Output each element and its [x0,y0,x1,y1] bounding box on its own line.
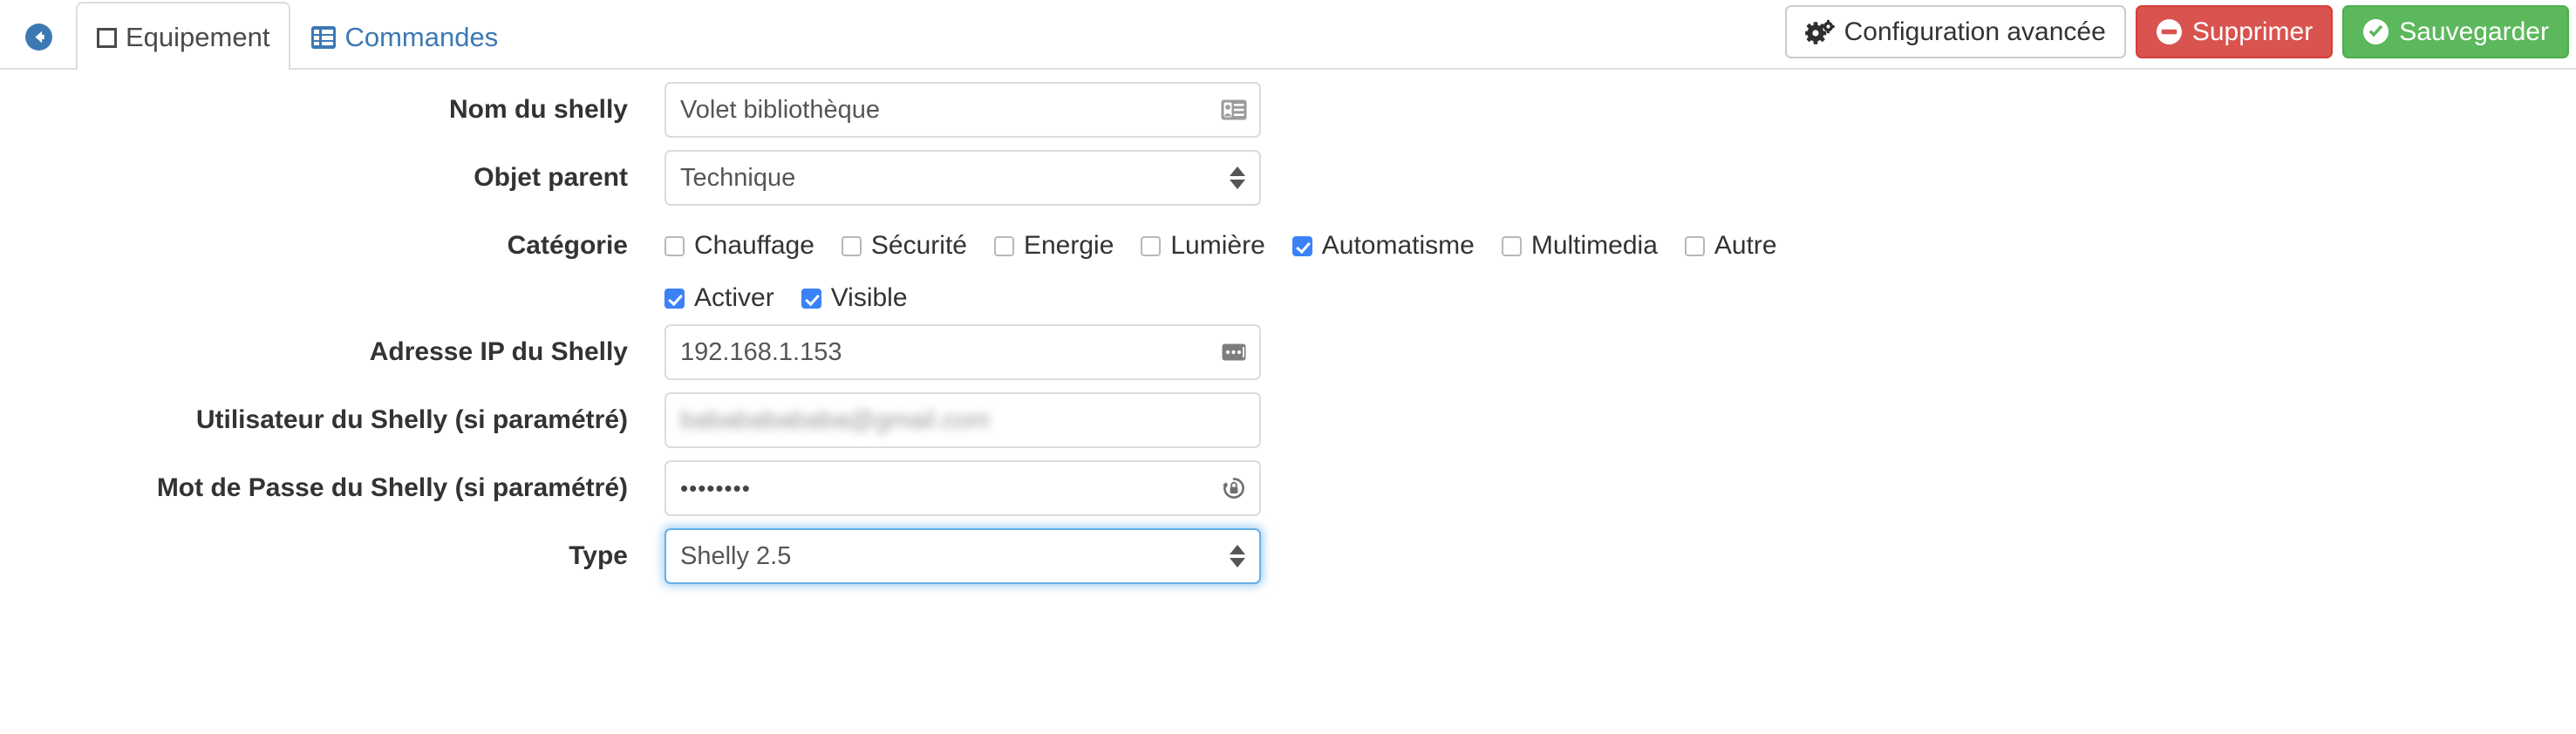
check-circle-icon [2362,18,2389,45]
field-nom-du-shelly: Volet bibliothèque [664,82,1261,138]
header-actions: Configuration avancée Supprimer Sauvegar… [1784,5,2569,58]
category-label: Energie [1023,231,1114,260]
mot-de-passe-input[interactable]: •••••••• [664,460,1261,516]
mot-de-passe-value: •••••••• [680,474,751,501]
category-checkbox-securite[interactable]: Sécurité [841,231,967,261]
form-row-user: Utilisateur du Shelly (si paramétré) bab… [0,392,2576,448]
type-value: Shelly 2.5 [680,541,792,570]
configuration-avancee-label: Configuration avancée [1843,17,2106,46]
form-row-name: Nom du shelly Volet bibliothèque [0,82,2576,138]
flags-checkbox-group: Activer Visible [664,281,935,316]
flag-label: Visible [830,283,908,312]
objet-parent-select[interactable]: Technique [664,150,1261,206]
flag-checkbox-visible[interactable]: Visible [801,283,908,313]
chevron-updown-icon [1230,541,1245,571]
type-select[interactable]: Shelly 2.5 [664,528,1261,584]
category-label: Autre [1714,231,1777,260]
form-row-type: Type Shelly 2.5 [0,528,2576,584]
back-button[interactable] [0,2,76,70]
minus-circle-icon [2156,18,2183,45]
checkbox-box[interactable] [1684,235,1705,256]
checkbox-box[interactable] [1291,235,1312,256]
category-checkbox-multimedia[interactable]: Multimedia [1501,231,1658,261]
category-label: Lumière [1170,231,1265,260]
category-checkbox-autre[interactable]: Autre [1684,231,1777,261]
lock-reset-icon[interactable] [1219,475,1249,501]
square-icon [97,27,117,48]
supprimer-button[interactable]: Supprimer [2135,5,2334,58]
checkbox-box[interactable] [1141,235,1162,256]
label-utilisateur: Utilisateur du Shelly (si paramétré) [195,405,628,434]
supprimer-label: Supprimer [2191,17,2314,46]
field-objet-parent: Technique [664,150,1261,206]
checkbox-box[interactable] [1501,235,1522,256]
checkbox-box[interactable] [801,288,821,309]
arrow-circle-left-icon [24,23,53,51]
label-objet-parent: Objet parent [474,163,628,192]
id-card-icon[interactable] [1219,97,1249,123]
form-row-ip: Adresse IP du Shelly 192.168.1.153 [0,324,2576,380]
tab-commandes-label: Commandes [344,21,499,52]
nom-du-shelly-input[interactable]: Volet bibliothèque [664,82,1261,138]
label-nom-du-shelly: Nom du shelly [448,95,628,124]
field-mot-de-passe: •••••••• [664,460,1261,516]
label-adresse-ip: Adresse IP du Shelly [369,337,628,366]
form-row-parent: Objet parent Technique [0,150,2576,206]
field-flags: Activer Visible [664,281,935,316]
chevron-updown-icon [1230,163,1245,193]
tab-equipement-label: Equipement [126,21,270,52]
objet-parent-value: Technique [680,163,796,192]
sauvegarder-label: Sauvegarder [2399,17,2549,46]
label-categorie: Catégorie [507,231,628,260]
nom-du-shelly-value: Volet bibliothèque [680,95,880,124]
field-utilisateur: babababababa@gmail.com [664,392,1261,448]
category-checkbox-chauffage[interactable]: Chauffage [664,231,814,261]
label-mot-de-passe: Mot de Passe du Shelly (si paramétré) [156,473,628,502]
sauvegarder-button[interactable]: Sauvegarder [2342,5,2569,58]
list-icon [311,25,337,50]
category-checkbox-group: Chauffage Sécurité Energie Lumière Autom [664,218,1804,274]
utilisateur-input[interactable]: babababababa@gmail.com [664,392,1261,448]
tab-list: Equipement Commandes [0,0,519,70]
checkbox-box[interactable] [841,235,862,256]
configuration-avancee-button[interactable]: Configuration avancée [1784,5,2126,58]
tab-bar: Equipement Commandes Configuration avanc… [0,0,2576,70]
category-checkbox-automatisme[interactable]: Automatisme [1291,231,1475,261]
category-label: Sécurité [870,231,967,260]
tab-equipement[interactable]: Equipement [76,2,291,70]
ellipsis-box-icon[interactable] [1219,339,1249,365]
field-adresse-ip: 192.168.1.153 [664,324,1261,380]
tab-commandes[interactable]: Commandes [290,2,519,70]
category-label: Multimedia [1530,231,1658,260]
field-categorie: Chauffage Sécurité Energie Lumière Autom [664,218,1804,274]
form-row-password: Mot de Passe du Shelly (si paramétré) ••… [0,460,2576,516]
flag-label: Activer [694,283,774,312]
label-type: Type [569,541,628,570]
gears-icon [1804,19,1835,45]
adresse-ip-value: 192.168.1.153 [680,337,842,366]
checkbox-box[interactable] [664,288,685,309]
adresse-ip-input[interactable]: 192.168.1.153 [664,324,1261,380]
utilisateur-value: babababababa@gmail.com [680,405,991,434]
category-label: Chauffage [694,231,814,260]
category-label: Automatisme [1321,231,1475,260]
checkbox-box[interactable] [993,235,1014,256]
equipement-form: Nom du shelly Volet bibliothèque Objet p… [0,70,2576,584]
category-checkbox-lumiere[interactable]: Lumière [1141,231,1265,261]
form-row-flags: Activer Visible [0,281,2576,316]
category-checkbox-energie[interactable]: Energie [993,231,1114,261]
checkbox-box[interactable] [664,235,685,256]
field-type: Shelly 2.5 [664,528,1261,584]
form-row-category: Catégorie Chauffage Sécurité Energie Lum… [0,218,2576,274]
flag-checkbox-activer[interactable]: Activer [664,283,774,313]
